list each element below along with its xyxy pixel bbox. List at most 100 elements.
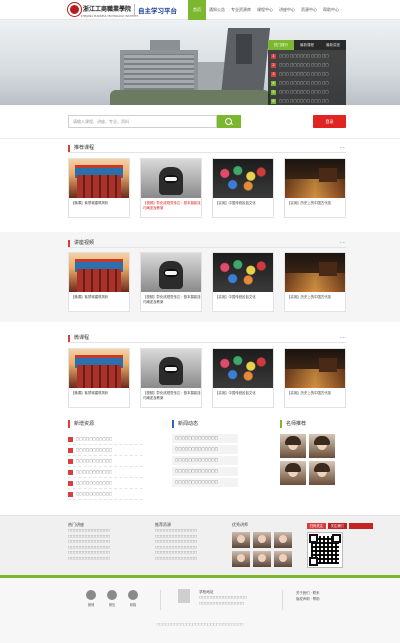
course-caption: 【视频】彰化线视觉传达：基本摄影技巧阐述及教案 xyxy=(143,391,201,400)
rank-number: 1 xyxy=(271,54,276,59)
course-card[interactable]: 【实用】中国传统民俗文化 xyxy=(212,348,274,408)
panel-title: 名师推荐 xyxy=(280,420,346,428)
mail-icon[interactable]: 邮箱 xyxy=(122,590,144,607)
course-caption: 【实用】中国传统民俗文化 xyxy=(215,391,256,395)
footer-hot-lectures: 热门讲座 □□□□□□□□□□□□□□ □□□□□□□□□□□□□□ □□□□□… xyxy=(68,522,138,561)
course-card[interactable]: 【实用】中国传统民俗文化 xyxy=(212,252,274,312)
course-card[interactable]: 【微课】紫禁城建筑简析 xyxy=(68,252,130,312)
avatar[interactable] xyxy=(274,551,292,567)
bullet-icon xyxy=(68,458,73,464)
nav-lectures[interactable]: 讲座中心 xyxy=(276,0,298,20)
list-item[interactable]: □□□□□□□□□□□□□ xyxy=(172,478,238,489)
course-card[interactable]: 【实用】历史上的中国古代技 xyxy=(284,158,346,218)
qr-tab-extra[interactable] xyxy=(348,523,373,529)
trees xyxy=(110,90,270,105)
list-item[interactable]: □□□□□□□□□□□ xyxy=(68,445,143,456)
list-item[interactable]: □□□□□□□□□□□□□ xyxy=(172,445,238,456)
wechat-icon[interactable]: 微信 xyxy=(101,590,123,607)
site-logo[interactable]: 浙江工商職業學院 ZHEJIANG BUSINESS TECHNOLOGY IN… xyxy=(68,3,177,18)
list-item[interactable]: □□□□□□□□□□□□□ xyxy=(172,467,238,478)
avatar[interactable] xyxy=(309,434,335,458)
rank-text: □□□ □□□□□□ □□□ □□ xyxy=(279,63,329,67)
qr-tab-about[interactable]: 关注我们 xyxy=(327,523,347,529)
course-card[interactable]: 【视频】彰化线视觉传达：基本摄影技巧阐述及教案 xyxy=(140,252,202,312)
course-caption: 【实用】历史上的中国古代技 xyxy=(287,295,332,299)
item-text: □□□□□□□□□□□ xyxy=(76,458,113,463)
list-item[interactable]: □□□□□□□□□□□□□ xyxy=(172,456,238,467)
ranking-tabs: 热门排行 最新课程 最新讲座 xyxy=(268,40,346,50)
course-card[interactable]: 【微课】紫禁城建筑简析 xyxy=(68,158,130,218)
avatar[interactable] xyxy=(253,532,271,548)
avatar[interactable] xyxy=(280,434,306,458)
qr-code-icon xyxy=(307,532,343,568)
section-micro-courses: 微课程 •• 【微课】紫禁城建筑简析 【视频】彰化线视觉传达：基本摄影技巧阐述及… xyxy=(0,330,400,420)
tab-new-courses[interactable]: 最新课程 xyxy=(294,40,320,50)
tab-new-lectures[interactable]: 最新讲座 xyxy=(320,40,346,50)
avatar[interactable] xyxy=(274,532,292,548)
course-card[interactable]: 【实用】中国传统民俗文化 xyxy=(212,158,274,218)
footer-link[interactable]: □□□□□□□□□□□□□□ xyxy=(68,556,138,562)
footer-teachers: 优秀讲师 xyxy=(232,522,296,567)
divider xyxy=(160,590,161,610)
course-card[interactable]: 【视频】彰化线视觉传达：基本摄影技巧阐述及教案 xyxy=(140,348,202,408)
copyright-link[interactable]: 版权声明 · 帮助 xyxy=(296,596,320,602)
nav-home[interactable]: 首页 xyxy=(188,0,206,20)
course-thumbnail xyxy=(69,253,129,292)
course-card[interactable]: 【视频】彰化线视觉传达：基本摄影技巧阐述及教案 xyxy=(140,158,202,218)
item-text: □□□□□□□□□□□□□ xyxy=(175,447,218,451)
avatar[interactable] xyxy=(232,551,250,567)
avatar[interactable] xyxy=(232,532,250,548)
list-item[interactable]: 3 □□□ □□□□□□ □□□ □□ xyxy=(271,70,343,79)
avatar[interactable] xyxy=(280,461,306,485)
social-icons: 微博 微信 邮箱 xyxy=(80,590,143,607)
course-card[interactable]: 【实用】历史上的中国古代技 xyxy=(284,252,346,312)
news-panel: 新闻动态 □□□□□□□□□□□□□ □□□□□□□□□□□□□ □□□□□□□… xyxy=(172,420,238,489)
course-card[interactable]: 【实用】历史上的中国古代技 xyxy=(284,348,346,408)
weibo-icon[interactable]: 微博 xyxy=(80,590,102,607)
logo-english: ZHEJIANG BUSINESS TECHNOLOGY INSTITUTE xyxy=(81,15,139,18)
course-caption: 【视频】彰化线视觉传达：基本摄影技巧阐述及教案 xyxy=(143,201,201,210)
list-item[interactable]: 6 □□□ □□□□□□ □□□ □□ xyxy=(271,97,343,105)
list-item[interactable]: □□□□□□□□□□□ xyxy=(68,434,143,445)
list-item[interactable]: □□□□□□□□□□□□□ xyxy=(172,434,238,445)
list-item[interactable]: □□□□□□□□□□□ xyxy=(68,456,143,467)
footer-link[interactable]: □□□□□□□□□□□□□□ xyxy=(155,556,220,562)
panel-title: 新闻动态 xyxy=(172,420,238,428)
avatar[interactable] xyxy=(309,461,335,485)
list-item[interactable]: 1 □□□ □□□□□□ □□□ □□ xyxy=(271,52,343,61)
login-button[interactable]: 登录 xyxy=(313,115,346,128)
course-thumbnail xyxy=(213,349,273,388)
section-recommended: 推荐课程 •• 【微课】紫禁城建筑简析 【视频】彰化线视觉传达：基本摄影技巧阐述… xyxy=(0,140,400,230)
item-text: □□□□□□□□□□□ xyxy=(76,447,113,452)
nav-notices[interactable]: 通知公告 xyxy=(206,0,228,20)
list-item[interactable]: □□□□□□□□□□□ xyxy=(68,478,143,489)
course-card[interactable]: 【微课】紫禁城建筑简析 xyxy=(68,348,130,408)
list-item[interactable]: 2 □□□ □□□□□□ □□□ □□ xyxy=(271,61,343,70)
section-title: 微课程 xyxy=(68,335,89,342)
bullet-icon xyxy=(68,480,73,486)
course-caption: 【实用】历史上的中国古代技 xyxy=(287,201,332,205)
more-link[interactable]: •• xyxy=(340,145,346,152)
avatar[interactable] xyxy=(253,551,271,567)
address-line: □□□□□□□□□□□□□□□ xyxy=(199,600,245,605)
nav-majors[interactable]: 专业资源库 xyxy=(228,0,254,20)
section-title: 讲座视频 xyxy=(68,240,94,247)
nav-resources[interactable]: 资源中心 xyxy=(298,0,320,20)
more-link[interactable]: •• xyxy=(340,335,346,342)
list-item[interactable]: □□□□□□□□□□□ xyxy=(68,467,143,478)
news-list: □□□□□□□□□□□□□ □□□□□□□□□□□□□ □□□□□□□□□□□□… xyxy=(172,434,238,489)
list-item[interactable]: 5 □□□ □□□□□□ □□□ □□ xyxy=(271,88,343,97)
more-link[interactable]: •• xyxy=(340,240,346,247)
course-thumbnail xyxy=(285,253,345,292)
list-item[interactable]: 4 □□□ □□□□□□ □□□ □□ xyxy=(271,79,343,88)
search-icon[interactable] xyxy=(217,115,241,128)
item-text: □□□□□□□□□□□ xyxy=(76,469,113,474)
qr-finder xyxy=(309,534,318,543)
tab-hot[interactable]: 热门排行 xyxy=(268,40,294,50)
list-item[interactable]: □□□□□□□□□□□ xyxy=(68,489,143,500)
resource-list: □□□□□□□□□□□ □□□□□□□□□□□ □□□□□□□□□□□ □□□□… xyxy=(68,434,143,500)
search-input[interactable]: 请输入课程、讲座、专业、资料 xyxy=(68,115,217,128)
qr-tab-follow[interactable]: 扫码关注 xyxy=(307,523,326,529)
nav-courses[interactable]: 课程中心 xyxy=(254,0,276,20)
nav-help[interactable]: 帮助中心 xyxy=(320,0,342,20)
